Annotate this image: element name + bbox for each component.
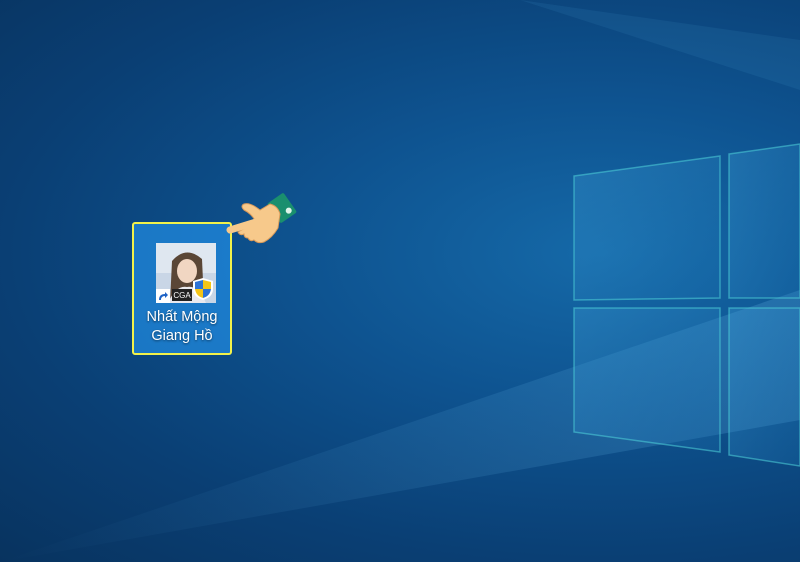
shortcut-label: Nhất Mộng Giang Hồ bbox=[134, 308, 230, 346]
shortcut-label-line-2: Giang Hồ bbox=[151, 328, 213, 344]
pointing-hand-icon bbox=[226, 193, 297, 244]
desktop-shortcut-nhat-mong-giang-ho[interactable]: CGA Nhất Mộng Giang Hồ bbox=[132, 222, 232, 355]
shortcut-arrow-icon bbox=[156, 289, 170, 303]
svg-text:CGA: CGA bbox=[173, 291, 191, 300]
game-app-icon: CGA bbox=[156, 243, 216, 303]
windows-wallpaper bbox=[0, 0, 800, 562]
shortcut-label-line-1: Nhất Mộng bbox=[146, 309, 218, 325]
uac-shield-icon bbox=[193, 278, 213, 300]
